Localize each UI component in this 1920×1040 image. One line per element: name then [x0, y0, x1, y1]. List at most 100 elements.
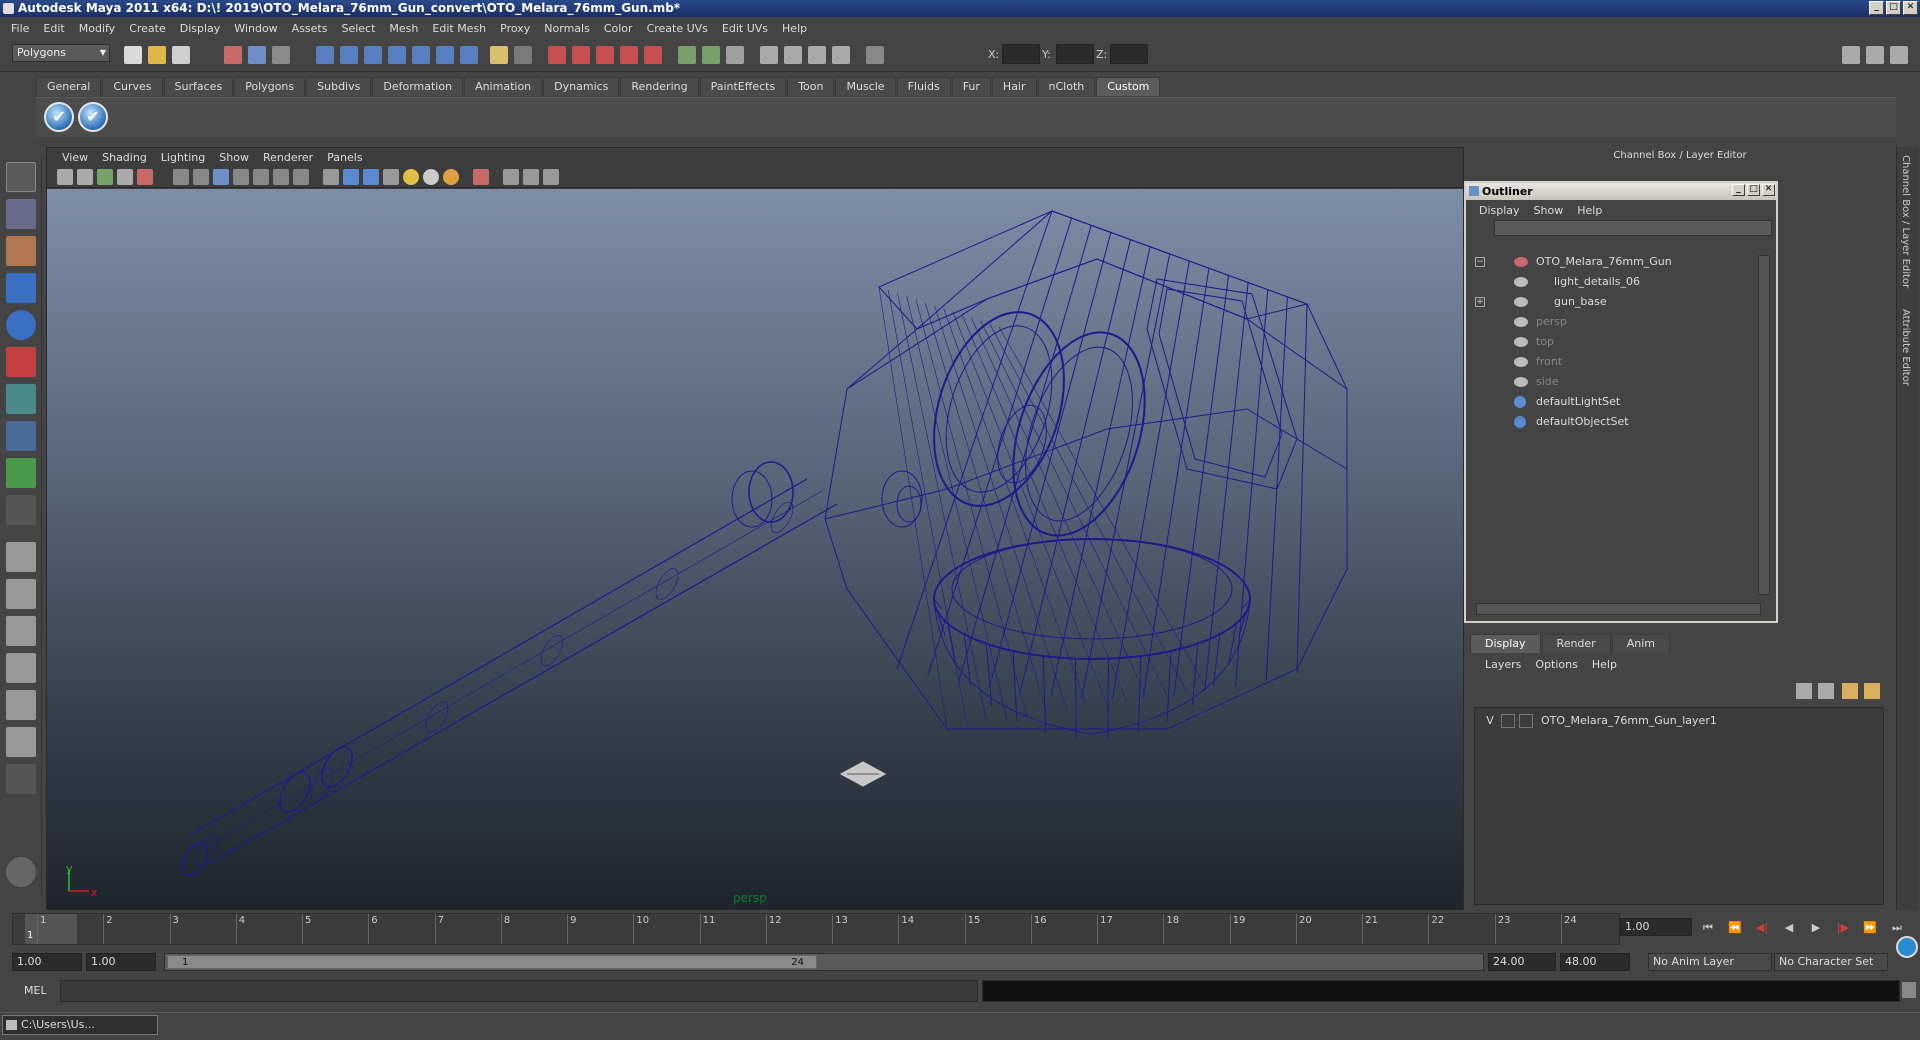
- layer-menu-help[interactable]: Help: [1585, 658, 1624, 671]
- display-render-icon[interactable]: [832, 46, 850, 64]
- outliner-minimize-button[interactable]: _: [1732, 184, 1745, 196]
- start-time-field[interactable]: 1.00: [12, 953, 82, 971]
- menu-help[interactable]: Help: [775, 22, 814, 35]
- menu-set-dropdown[interactable]: Polygons ▼: [12, 44, 110, 62]
- 2d-pan-icon[interactable]: [137, 169, 153, 185]
- playback-start-field[interactable]: 1.00: [86, 953, 156, 971]
- snap-live-icon[interactable]: [412, 46, 430, 64]
- rotate-tool-icon[interactable]: [6, 310, 36, 340]
- range-slider-handle[interactable]: 1 24: [167, 955, 817, 969]
- magnet-live-icon[interactable]: [644, 46, 662, 64]
- menu-mesh[interactable]: Mesh: [382, 22, 425, 35]
- layout-more-icon[interactable]: [6, 764, 36, 794]
- move-tool-icon[interactable]: [6, 273, 36, 303]
- snap-curve-icon[interactable]: [340, 46, 358, 64]
- z-field[interactable]: [1110, 44, 1148, 64]
- menu-edit-uvs[interactable]: Edit UVs: [715, 22, 775, 35]
- render-settings-icon[interactable]: [726, 46, 744, 64]
- outliner-item-persp[interactable]: persp: [1470, 313, 1760, 331]
- layer-tab-render[interactable]: Render: [1541, 634, 1611, 653]
- step-back-key-button[interactable]: ⏪: [1727, 921, 1743, 935]
- outliner-filter-field[interactable]: [1494, 220, 1772, 236]
- wireframe-icon[interactable]: [323, 169, 339, 185]
- xray-icon[interactable]: [503, 169, 519, 185]
- menu-edit[interactable]: Edit: [36, 22, 71, 35]
- shelf-tab-subdivs[interactable]: Subdivs: [306, 77, 372, 96]
- menu-assets[interactable]: Assets: [285, 22, 335, 35]
- shelf-tab-polygons[interactable]: Polygons: [234, 77, 306, 96]
- menu-color[interactable]: Color: [597, 22, 640, 35]
- outliner-vertical-scrollbar[interactable]: [1758, 255, 1770, 595]
- viewport-menu-lighting[interactable]: Lighting: [154, 151, 212, 164]
- time-slider[interactable]: 1 1 2 3 4 5 6 7 8 9 10 11 12 13 14 15 16 17 18 19 20 21 22 23 2…: [12, 913, 1620, 945]
- side-tab-channel-box[interactable]: Channel Box / Layer Editor: [1900, 155, 1911, 288]
- shelf-tab-custom[interactable]: Custom: [1096, 77, 1161, 96]
- viewport-menu-shading[interactable]: Shading: [95, 151, 154, 164]
- auto-key-icon[interactable]: [1896, 936, 1918, 958]
- taskbar-item[interactable]: C:\Users\Us...: [2, 1015, 158, 1035]
- layer-row[interactable]: V OTO_Melara_76mm_Gun_layer1: [1479, 712, 1879, 730]
- manipulator-tool-icon[interactable]: [6, 384, 36, 414]
- layout-render-icon[interactable]: [6, 727, 36, 757]
- outliner-horizontal-scrollbar[interactable]: [1476, 603, 1761, 615]
- layer-menu-options[interactable]: Options: [1528, 658, 1584, 671]
- gate-mask-icon[interactable]: [233, 169, 249, 185]
- viewport-menu-renderer[interactable]: Renderer: [256, 151, 320, 164]
- safe-action-icon[interactable]: [273, 169, 289, 185]
- range-slider[interactable]: 1 24: [164, 953, 1484, 971]
- scale-tool-icon[interactable]: [6, 347, 36, 377]
- outliner-menu-help[interactable]: Help: [1570, 204, 1609, 217]
- magnet-curve-icon[interactable]: [572, 46, 590, 64]
- shelf-button-1[interactable]: ✔: [44, 102, 74, 132]
- menu-normals[interactable]: Normals: [537, 22, 597, 35]
- play-backwards-button[interactable]: ◀: [1781, 921, 1797, 935]
- open-scene-icon[interactable]: [148, 46, 166, 64]
- snap-point-icon[interactable]: [364, 46, 382, 64]
- smooth-shade-icon[interactable]: [343, 169, 359, 185]
- save-scene-icon[interactable]: [172, 46, 190, 64]
- menu-edit-mesh[interactable]: Edit Mesh: [425, 22, 493, 35]
- layout-single-icon[interactable]: [6, 542, 36, 572]
- layout-hypershade-icon[interactable]: [6, 690, 36, 720]
- minimize-button[interactable]: _: [1869, 1, 1884, 15]
- soft-mod-tool-icon[interactable]: [6, 421, 36, 451]
- shelf-tab-hair[interactable]: Hair: [991, 77, 1037, 96]
- attribute-editor-icon[interactable]: [1890, 46, 1908, 64]
- toggle-panel-icon[interactable]: [1842, 46, 1860, 64]
- x-field[interactable]: [1002, 44, 1040, 64]
- select-object-icon[interactable]: [248, 46, 266, 64]
- image-plane-icon[interactable]: [117, 169, 133, 185]
- playback-end-field[interactable]: 24.00: [1488, 953, 1556, 971]
- render-view-icon[interactable]: [678, 46, 696, 64]
- layer-tab-display[interactable]: Display: [1470, 634, 1541, 653]
- menu-select[interactable]: Select: [334, 22, 382, 35]
- go-to-end-button[interactable]: ⏭: [1889, 921, 1905, 935]
- command-language-label[interactable]: MEL: [24, 984, 47, 997]
- layer-color-swatch[interactable]: [1519, 714, 1533, 728]
- select-component-icon[interactable]: [272, 46, 290, 64]
- safe-title-icon[interactable]: [293, 169, 309, 185]
- new-layer-selected-icon[interactable]: [1818, 683, 1834, 699]
- play-forwards-button[interactable]: ▶: [1808, 921, 1824, 935]
- side-tab-attribute-editor[interactable]: Attribute Editor: [1900, 309, 1911, 386]
- grid-icon[interactable]: [173, 169, 189, 185]
- outliner-menu-display[interactable]: Display: [1472, 204, 1527, 217]
- current-frame-field[interactable]: 1.00: [1620, 918, 1692, 936]
- select-tool-icon[interactable]: [6, 162, 36, 192]
- outliner-item-side[interactable]: side: [1470, 373, 1760, 391]
- viewport-menu-panels[interactable]: Panels: [320, 151, 369, 164]
- character-set-dropdown[interactable]: No Character Set: [1774, 953, 1888, 971]
- texture-icon[interactable]: [383, 169, 399, 185]
- layout-outliner-icon[interactable]: [6, 616, 36, 646]
- step-forward-frame-button[interactable]: |▶: [1835, 921, 1851, 935]
- channel-box-icon[interactable]: [1866, 46, 1884, 64]
- close-button[interactable]: ✕: [1903, 1, 1918, 15]
- bookmark-icon[interactable]: [97, 169, 113, 185]
- menu-file[interactable]: File: [4, 22, 36, 35]
- all-lights-icon[interactable]: [423, 169, 439, 185]
- layer-playback-toggle[interactable]: [1501, 714, 1515, 728]
- outliner-close-button[interactable]: ✕: [1762, 184, 1775, 196]
- layer-move-down-icon[interactable]: [1864, 683, 1880, 699]
- outliner-item-default-object-set[interactable]: defaultObjectSet: [1470, 413, 1760, 431]
- outliner-item-top[interactable]: top: [1470, 333, 1760, 351]
